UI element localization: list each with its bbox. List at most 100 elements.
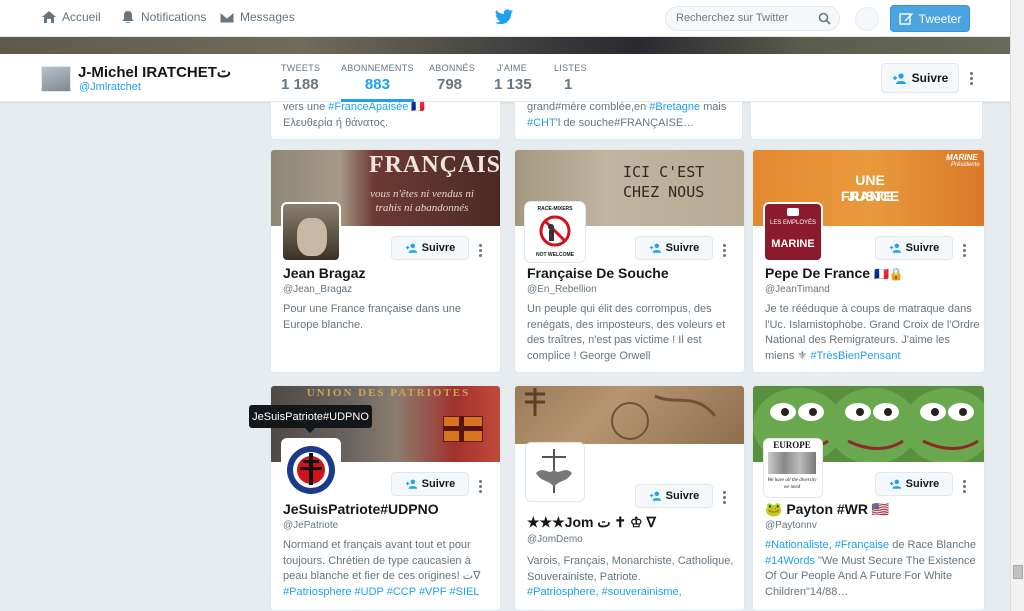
card-name[interactable]: 🐸 Payton #WR 🇺🇸 <box>765 501 889 518</box>
hashtag-link[interactable]: #14Words <box>765 555 815 567</box>
stat-following[interactable]: ABONNEMENTS 883 <box>341 63 414 102</box>
profile-avatar[interactable] <box>41 66 71 92</box>
hashtag-link[interactable]: #Bretagne <box>649 102 700 113</box>
stat-label: TWEETS <box>281 63 321 73</box>
user-card[interactable]: Suivre ★★★Jom ت ✝ ♔ ∇ @JomDemo Varois, F… <box>514 385 745 611</box>
bio-text: 'l de souche#FRANÇAISE… <box>555 116 695 129</box>
follow-user-icon <box>889 479 901 489</box>
card-handle[interactable]: @JeanTimand <box>765 284 830 295</box>
card-name[interactable]: Française De Souche <box>527 265 669 281</box>
card-avatar[interactable] <box>281 438 341 498</box>
card-handle[interactable]: @En_Rebellion <box>527 284 597 295</box>
envelope-icon <box>219 11 235 24</box>
user-card[interactable]: grand#mère comblée,en #Bretagne mais #CH… <box>514 102 743 140</box>
card-name-text: Pepe De France <box>765 265 871 281</box>
twitter-bird-icon[interactable] <box>494 9 514 26</box>
bio-text: Normand et français avant tout et pour t… <box>283 539 481 582</box>
nav-notifications-label: Notifications <box>141 10 207 24</box>
search-box[interactable] <box>665 6 840 31</box>
card-handle[interactable]: @Paytonnv <box>765 520 817 531</box>
card-avatar[interactable]: RACE-MIXERS NOT WELCOME <box>525 202 585 262</box>
user-avatar[interactable] <box>855 7 879 31</box>
more-options-icon[interactable] <box>970 72 974 87</box>
card-avatar[interactable]: EUROPE We have all the diversity we need <box>763 438 823 498</box>
search-input[interactable] <box>676 12 816 24</box>
follow-user-icon <box>649 491 661 501</box>
hashtag-link[interactable]: #TrèsBienPensant <box>810 350 900 362</box>
follow-button[interactable]: Suivre <box>635 236 713 260</box>
user-card[interactable]: EUROPE We have all the diversity we need… <box>752 385 985 611</box>
follow-button[interactable]: Suivre <box>391 472 469 496</box>
card-handle[interactable]: @JomDemo <box>527 534 583 545</box>
stat-lists[interactable]: LISTES 1 <box>554 63 587 93</box>
stat-value: 1 135 <box>494 76 532 93</box>
follow-user-icon <box>405 479 417 489</box>
hashtag-link[interactable]: #CHT <box>527 117 556 129</box>
user-card[interactable]: UNE FRANCE JUSTE MARINE Présidente LES E… <box>752 149 985 373</box>
card-name[interactable]: Pepe De France 🇫🇷🔒 <box>765 265 904 281</box>
stat-value: 883 <box>364 76 390 93</box>
carved-wood-image <box>525 388 717 440</box>
stat-likes[interactable]: J'AIME 1 135 <box>494 63 532 93</box>
bio-text: de Race Blanche <box>889 539 976 551</box>
search-icon[interactable] <box>818 12 831 25</box>
nav-home[interactable]: Accueil <box>41 10 101 24</box>
card-bio: Varois, Français, Monarchiste, Catholiqu… <box>527 554 742 601</box>
scrollbar-thumb[interactable] <box>1013 565 1023 579</box>
card-avatar[interactable]: LES EMPLOYÉS MARINE <box>763 202 823 262</box>
follow-user-icon <box>649 243 661 253</box>
profile-follow-button[interactable]: Suivre <box>881 63 959 93</box>
stat-tweets[interactable]: TWEETS 1 188 <box>281 63 320 93</box>
hashtag-link[interactable]: #Nationaliste <box>765 539 829 551</box>
cover-title: JUSTE <box>847 188 893 204</box>
card-bio: Un peuple qui élit des corrompus, des re… <box>527 303 726 362</box>
nav-messages[interactable]: Messages <box>219 10 295 24</box>
user-card[interactable]: FRANÇAIS! vous n'êtes ni vendus ni trahi… <box>270 149 501 373</box>
stat-followers[interactable]: ABONNÉS 798 <box>429 63 475 93</box>
card-handle[interactable]: @Jean_Bragaz <box>283 284 352 295</box>
profile-handle[interactable]: @Jmlratchet <box>79 81 141 93</box>
cover-brand: MARINE <box>946 153 978 162</box>
follow-label: Suivre <box>665 242 700 254</box>
nav-notifications[interactable]: Notifications <box>120 10 206 24</box>
card-bio: Normand et français avant tout et pour t… <box>283 538 498 600</box>
follow-button[interactable]: Suivre <box>391 236 469 260</box>
card-name[interactable]: ★★★Jom ت ✝ ♔ ∇ <box>527 514 656 531</box>
more-options-icon[interactable] <box>479 480 483 495</box>
follow-label: Suivre <box>905 478 940 490</box>
hashtag-link[interactable]: #Patriosphere #UDP #CCP #VPF #SIEL <box>283 586 479 598</box>
user-card[interactable]: vers une #FranceApaisée 🇫🇷 Ελευθερία ή θ… <box>270 102 501 140</box>
profile-banner <box>0 37 1010 54</box>
profile-name[interactable]: J-Michel IRATCHETت <box>78 63 231 81</box>
more-options-icon[interactable] <box>723 244 727 259</box>
card-cover[interactable] <box>515 386 744 444</box>
card-bio: vers une #FranceApaisée 🇫🇷 Ελευθερία ή θ… <box>283 102 498 131</box>
hashtag-link[interactable]: #Patriosphere, #souverainisme, <box>527 586 682 598</box>
card-avatar[interactable] <box>281 202 341 262</box>
more-options-icon[interactable] <box>479 244 483 259</box>
more-options-icon[interactable] <box>723 491 727 506</box>
top-navigation: Accueil Notifications Messages Tweeter <box>0 0 1010 37</box>
stat-label: J'AIME <box>497 63 528 73</box>
card-name[interactable]: JeSuisPatriote#UDPNO <box>283 501 439 517</box>
follow-button[interactable]: Suivre <box>635 484 713 508</box>
more-options-icon[interactable] <box>963 480 967 495</box>
name-tooltip: JeSuisPatriote#UDPNO <box>249 405 372 433</box>
user-card[interactable] <box>750 102 983 140</box>
follow-user-icon <box>892 72 906 84</box>
avatar-text: EUROPE <box>773 440 811 450</box>
tweet-button[interactable]: Tweeter <box>890 5 970 32</box>
card-avatar[interactable] <box>525 442 585 502</box>
cover-graffiti: ICI C'EST CHEZ NOUS <box>623 163 705 201</box>
card-name[interactable]: Jean Bragaz <box>283 265 365 281</box>
hashtag-link[interactable]: #FranceApaisée <box>328 102 408 113</box>
card-handle[interactable]: @JePatriote <box>283 520 338 531</box>
follow-button[interactable]: Suivre <box>875 472 953 496</box>
avatar-text: RACE-MIXERS <box>537 206 573 212</box>
user-card[interactable]: ICI C'EST CHEZ NOUS RACE-MIXERS NOT WELC… <box>514 149 745 373</box>
more-options-icon[interactable] <box>963 244 967 259</box>
follow-button[interactable]: Suivre <box>875 236 953 260</box>
page-scrollbar[interactable] <box>1010 0 1024 611</box>
cover-title: FRANÇAIS! <box>369 152 501 178</box>
hashtag-link[interactable]: #Française <box>835 539 889 551</box>
